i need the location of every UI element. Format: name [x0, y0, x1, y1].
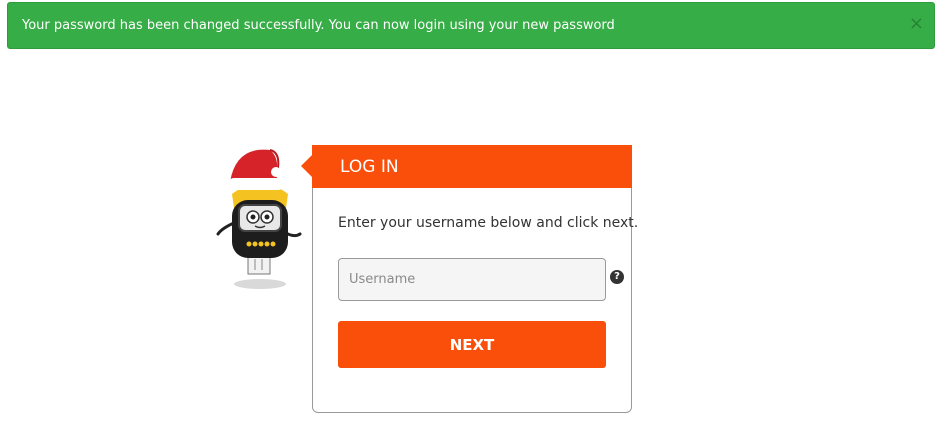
alert-message: Your password has been changed successfu… [22, 18, 615, 33]
username-input[interactable] [338, 258, 606, 301]
success-alert: Your password has been changed successfu… [7, 2, 935, 49]
login-instructions: Enter your username below and click next… [338, 215, 639, 231]
usb-mascot-icon [216, 149, 302, 289]
next-button[interactable]: NEXT [338, 321, 606, 368]
close-icon[interactable]: × [909, 15, 924, 33]
login-title: LOG IN [340, 156, 399, 177]
login-panel: LOG IN Enter your username below and cli… [301, 145, 638, 413]
header-arrow [301, 155, 312, 177]
help-icon[interactable]: ? [610, 270, 624, 284]
login-header: LOG IN [301, 145, 632, 188]
